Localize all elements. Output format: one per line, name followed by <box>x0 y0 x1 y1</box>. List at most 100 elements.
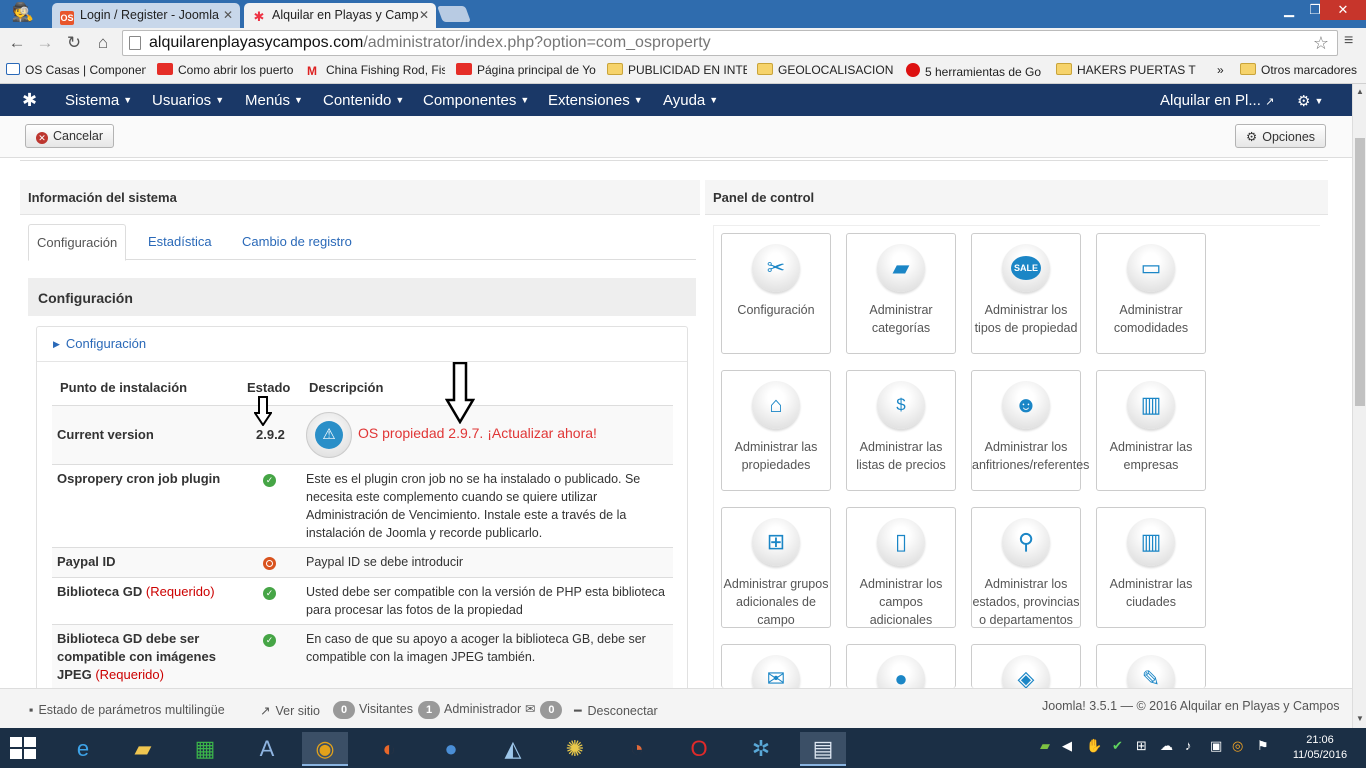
cp-ciudades[interactable]: ▥ Administrar las ciudades <box>1096 507 1206 628</box>
forward-icon[interactable]: → <box>34 32 56 54</box>
other-bookmarks-folder[interactable]: Otros marcadores <box>1240 63 1364 77</box>
scroll-up-icon[interactable]: ▲ <box>1356 87 1364 96</box>
view-site-link[interactable]: ↗ Ver sitio <box>260 703 320 718</box>
picasa-icon[interactable]: ✺ <box>552 732 598 766</box>
flag-tray-icon[interactable]: ⚑ <box>1257 738 1269 754</box>
cancel-button[interactable]: ✕ Cancelar <box>25 124 115 148</box>
menu-contenido[interactable]: Contenido ▼ <box>323 92 404 109</box>
cp-themes[interactable]: ✎ <box>1096 644 1206 703</box>
user-menu[interactable]: ⚙ ▼ <box>1297 92 1323 110</box>
bookmark-item[interactable]: Como abrir los puerto <box>157 63 295 77</box>
joomla-logo-icon[interactable]: ✱ <box>22 90 37 111</box>
folder-icon <box>1240 63 1256 75</box>
close-tab-icon[interactable]: ✕ <box>223 8 233 22</box>
cp-categorias[interactable]: ▰ Administrar categorías <box>846 233 956 354</box>
google-earth-icon[interactable]: ● <box>428 732 474 766</box>
multilang-status-link[interactable]: ▪ Estado de parámetros multilingüe <box>29 703 225 717</box>
cp-campos-adicionales[interactable]: ▯ Administrar los campos adicionales <box>846 507 956 628</box>
cp-estados[interactable]: ⚲ Administrar los estados, provincias o … <box>971 507 1081 628</box>
browser-tab-admin[interactable]: ✱ Alquilar en Playas y Camp ✕ <box>244 3 436 28</box>
agent-icon: ☻ <box>1002 381 1050 429</box>
scanner-icon[interactable]: ◭ <box>490 732 536 766</box>
buildings-icon: ▥ <box>1127 381 1175 429</box>
address-bar[interactable]: alquilarenplayasycampos.com/administrato… <box>122 30 1338 56</box>
windows-tray-icon[interactable]: ⊞ <box>1136 738 1147 754</box>
chrome-menu-icon[interactable]: ≡ <box>1344 32 1353 50</box>
cp-anfitriones[interactable]: ☻ Administrar los anfitriones/referentes <box>971 370 1089 491</box>
document-app-icon[interactable]: ▤ <box>800 732 846 766</box>
tab-cambio-registro[interactable]: Cambio de registro <box>234 224 360 260</box>
bookmark-folder[interactable]: PUBLICIDAD EN INTER <box>607 63 747 77</box>
bookmark-item[interactable]: M China Fishing Rod, Fis <box>307 63 445 77</box>
chrome-icon[interactable]: ◉ <box>302 732 348 766</box>
logout-link[interactable]: ━ Desconectar <box>574 703 658 718</box>
store-icon[interactable]: ▦ <box>182 732 228 766</box>
bookmark-star-icon[interactable]: ☆ <box>1313 31 1329 55</box>
tab-configuracion[interactable]: Configuración <box>28 224 127 261</box>
nvidia-tray-icon[interactable]: ▰ <box>1040 738 1050 754</box>
cp-configuracion[interactable]: ✂ Configuración <box>721 233 831 354</box>
browser-tab-login[interactable]: OS Login / Register - Joomla ✕ <box>52 3 240 28</box>
back-icon[interactable]: ← <box>6 32 28 54</box>
cp-email[interactable]: ✉ <box>721 644 831 703</box>
options-button[interactable]: ⚙ Opciones <box>1235 124 1327 148</box>
hand-tray-icon[interactable]: ✋ <box>1086 738 1102 754</box>
menu-ayuda[interactable]: Ayuda ▼ <box>663 92 718 109</box>
system-info-tabs: Configuración Estadística Cambio de regi… <box>28 224 696 261</box>
cp-grupos-campo[interactable]: ⊞ Administrar grupos adicionales de camp… <box>721 507 831 628</box>
menu-extensiones[interactable]: Extensiones ▼ <box>548 92 643 109</box>
wordpad-icon[interactable]: A <box>244 732 290 766</box>
close-window-button[interactable]: ✕ <box>1320 0 1366 20</box>
bookmark-item[interactable]: OS Casas | Componen <box>6 63 146 77</box>
tab-estadistica[interactable]: Estadística <box>140 224 220 260</box>
cp-propiedades[interactable]: ⌂ Administrar las propiedades <box>721 370 831 491</box>
cp-comments[interactable]: ● <box>846 644 956 703</box>
avast-tray-icon[interactable]: ◎ <box>1232 738 1243 754</box>
internet-explorer-icon[interactable]: e <box>60 732 106 766</box>
settings-app-icon[interactable]: ✲ <box>738 732 784 766</box>
accordion-toggle[interactable]: ▶ Configuración <box>53 336 146 351</box>
scroll-down-icon[interactable]: ▼ <box>1356 714 1364 723</box>
opera-icon[interactable]: O <box>676 732 722 766</box>
bookmark-folder[interactable]: HAKERS PUERTAS TRA <box>1056 63 1196 77</box>
menu-componentes[interactable]: Componentes ▼ <box>423 92 529 109</box>
cp-listas-precios[interactable]: $ Administrar las listas de precios <box>846 370 956 491</box>
cp-comodidades[interactable]: ▭ Administrar comodidades <box>1096 233 1206 354</box>
page-scrollbar[interactable]: ▲ ▼ <box>1352 84 1366 728</box>
caret-down-icon: ▼ <box>709 95 719 105</box>
update-now-link[interactable]: OS propiedad 2.9.7. ¡Actualizar ahora! <box>358 425 597 441</box>
bookmark-label: China Fishing Rod, Fis <box>326 63 445 77</box>
ccleaner-icon[interactable]: ◔ <box>614 732 660 766</box>
site-link[interactable]: Alquilar en Pl... ↗ <box>1160 92 1274 109</box>
bookmark-item[interactable]: 5 herramientas de Go <box>906 63 1046 79</box>
visitors-status[interactable]: 0 Visitantes <box>333 701 413 719</box>
minimize-button[interactable]: ▁ <box>1276 0 1302 20</box>
cp-tipos-propiedad[interactable]: SALE Administrar los tipos de propiedad <box>971 233 1081 354</box>
reload-icon[interactable]: ↻ <box>63 32 85 54</box>
menu-sistema[interactable]: Sistema ▼ <box>65 92 132 109</box>
admins-status[interactable]: 1 Administrador <box>418 701 521 719</box>
bookmark-item[interactable]: Página principal de Yo <box>456 63 596 77</box>
file-explorer-icon[interactable]: ▰ <box>120 732 166 766</box>
menu-usuarios[interactable]: Usuarios ▼ <box>152 92 224 109</box>
firefox-icon[interactable]: ◐ <box>366 732 412 766</box>
speaker-tray-icon[interactable]: ♪ <box>1185 738 1192 753</box>
menu-menus[interactable]: Menús ▼ <box>245 92 303 109</box>
shield-tray-icon[interactable]: ✔ <box>1112 738 1123 754</box>
volume-tray-icon[interactable]: ◀ <box>1062 738 1072 754</box>
cp-tags[interactable]: ◈ <box>971 644 1081 703</box>
bookmark-folder[interactable]: GEOLOCALISACION D <box>757 63 897 77</box>
wrench-screwdriver-icon: ✂ <box>752 244 800 292</box>
onedrive-tray-icon[interactable]: ☁ <box>1160 738 1173 754</box>
home-icon[interactable]: ⌂ <box>92 32 114 54</box>
messages-status[interactable]: ✉ 0 <box>525 701 566 719</box>
new-tab-button[interactable] <box>437 6 471 22</box>
more-bookmarks-button[interactable]: » <box>1217 63 1231 77</box>
network-tray-icon[interactable]: ▣ <box>1210 738 1222 754</box>
windows-start-icon[interactable] <box>10 737 38 759</box>
close-tab-icon[interactable]: ✕ <box>419 8 429 22</box>
cp-empresas[interactable]: ▥ Administrar las empresas <box>1096 370 1206 491</box>
warning-triangle-icon: ⚠ <box>315 421 343 449</box>
scroll-thumb[interactable] <box>1355 138 1365 406</box>
taskbar-clock[interactable]: 21:06 11/05/2016 <box>1290 733 1350 763</box>
